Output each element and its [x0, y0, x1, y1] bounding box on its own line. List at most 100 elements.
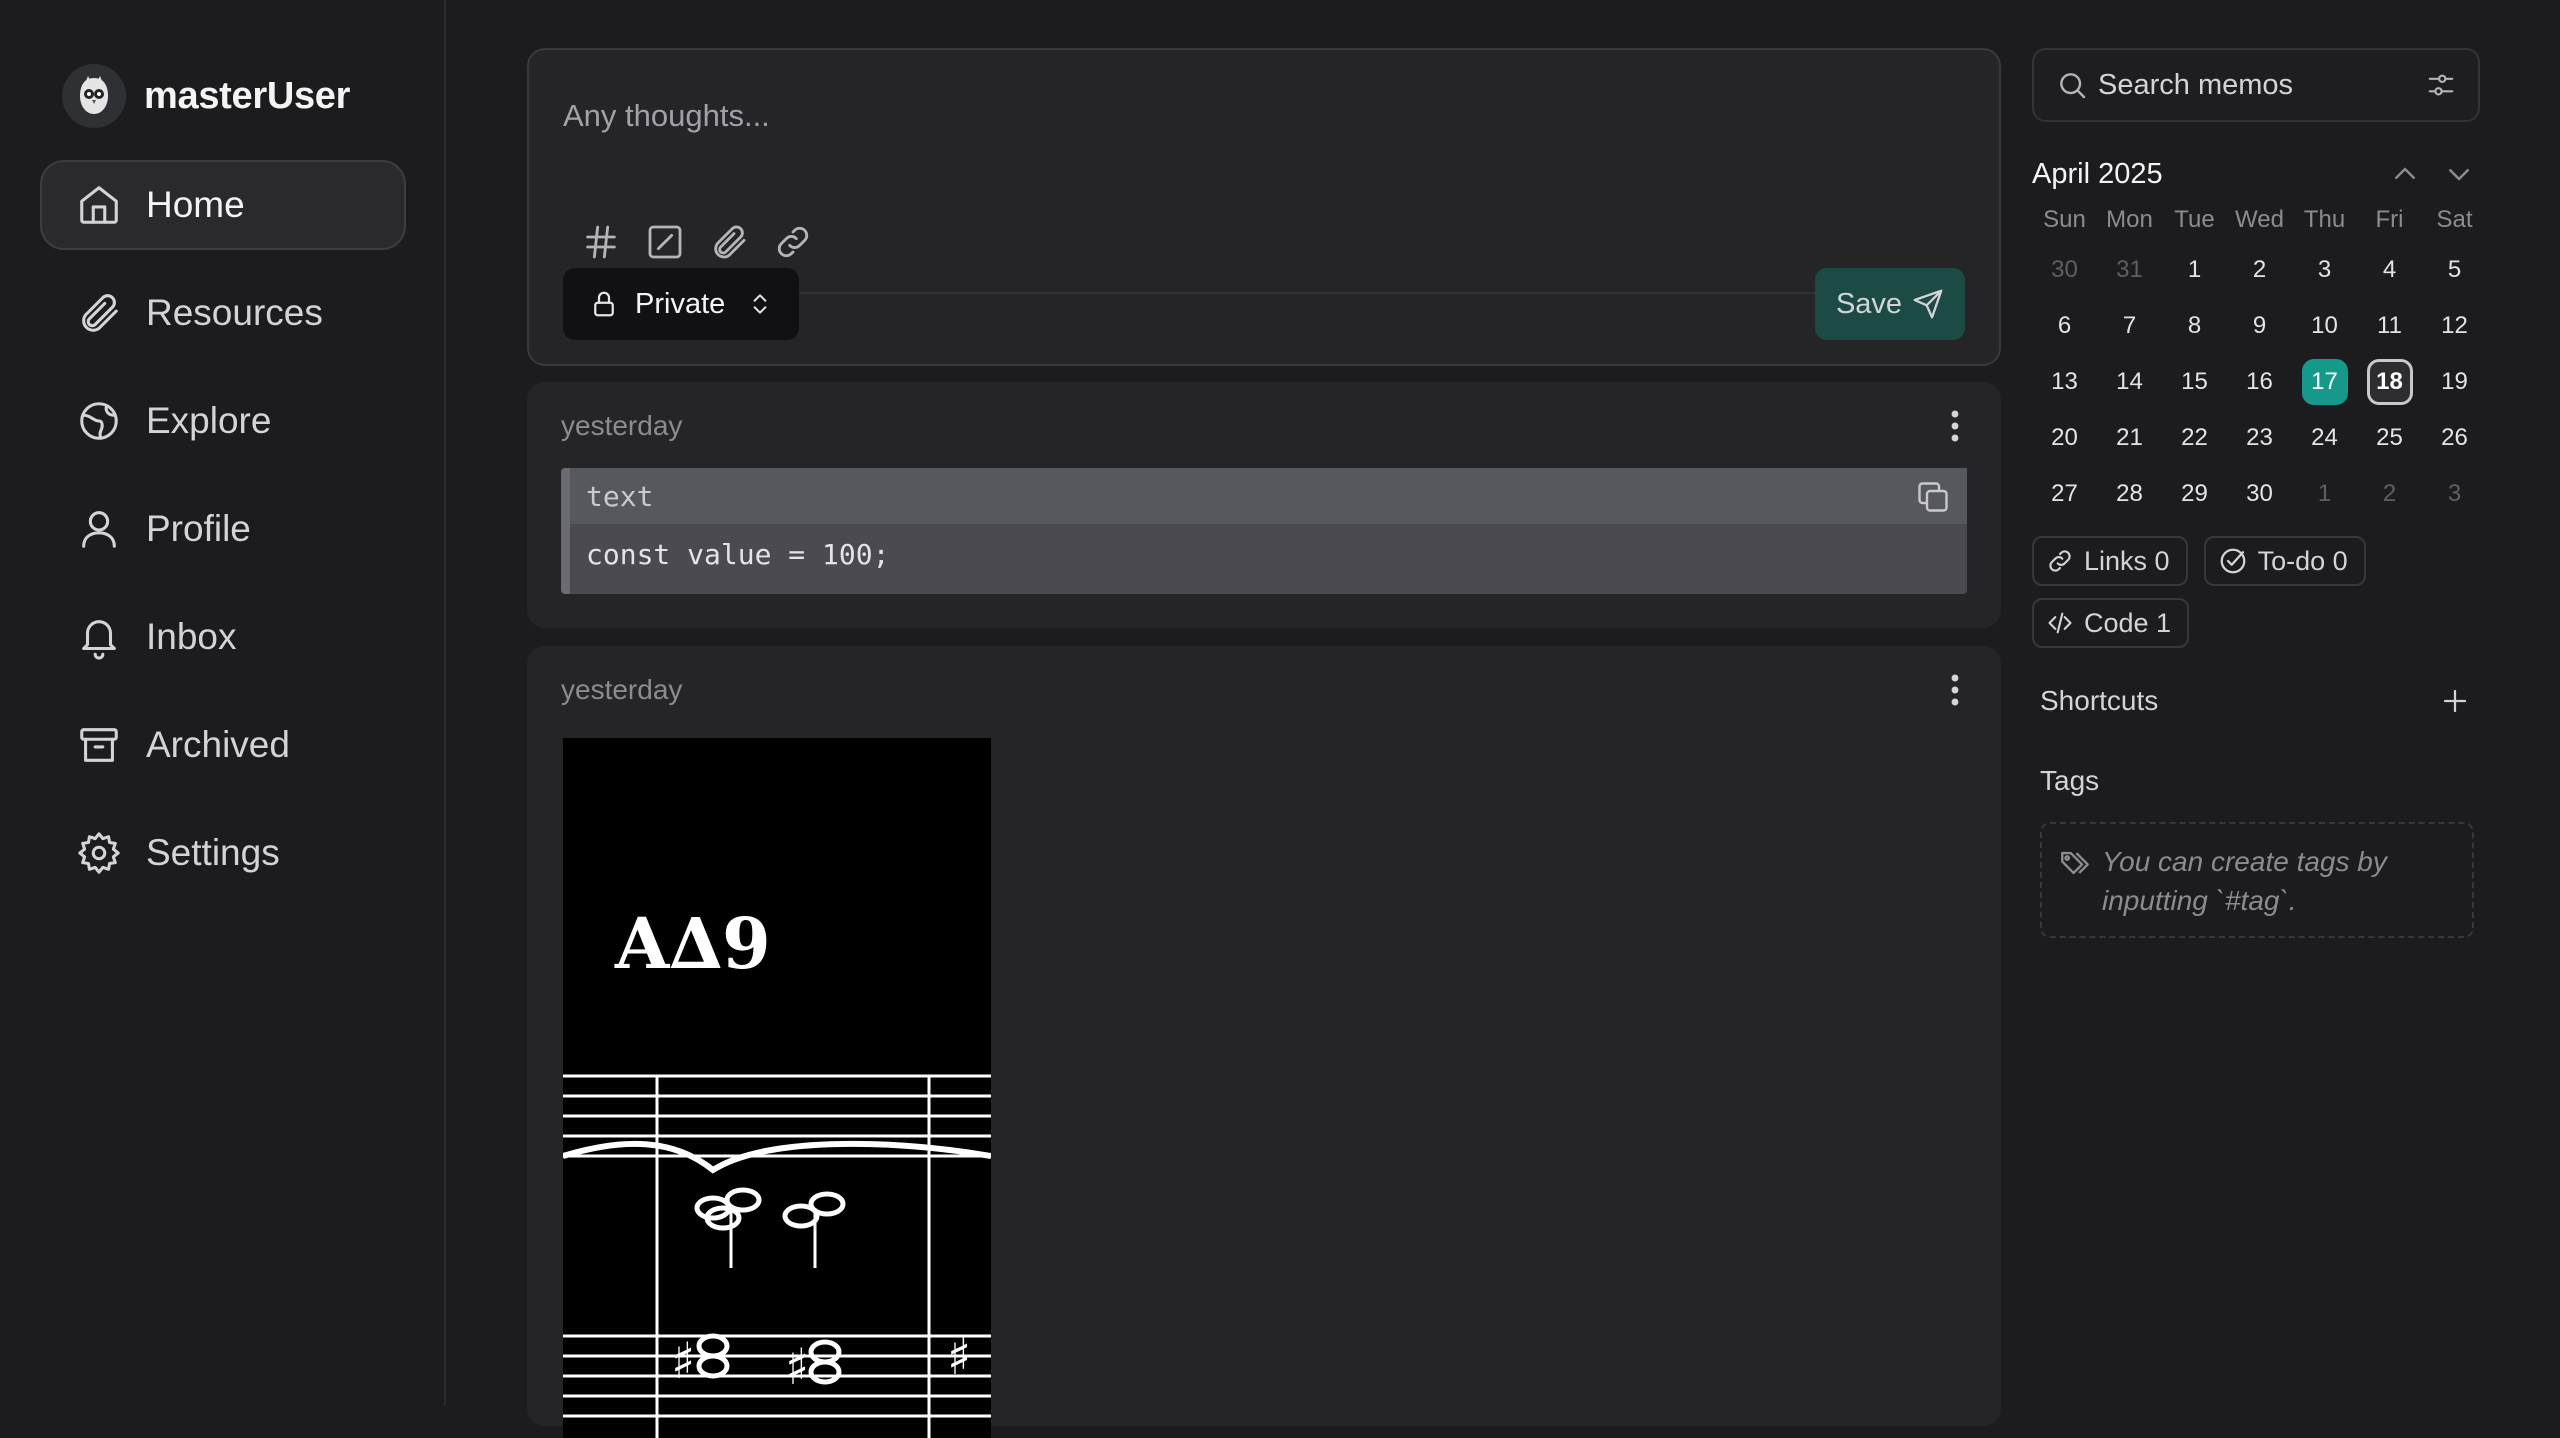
calendar-day[interactable]: 17	[2292, 354, 2357, 410]
sidebar-item-resources[interactable]: Resources	[40, 268, 406, 358]
calendar-day[interactable]: 31	[2097, 242, 2162, 298]
calendar-day-number: 12	[2441, 312, 2468, 339]
calendar-day[interactable]: 25	[2357, 410, 2422, 466]
sidebar-item-label: Settings	[146, 832, 280, 873]
memo-input[interactable]: Any thoughts...	[563, 98, 770, 134]
calendar-day[interactable]: 4	[2357, 242, 2422, 298]
calendar-day-number: 11	[2377, 312, 2402, 339]
calendar-day-number: 5	[2447, 256, 2462, 283]
sidebar-item-settings[interactable]: Settings	[40, 808, 406, 898]
calendar-day[interactable]: 21	[2097, 410, 2162, 466]
todo-stat-label: To-do 0	[2257, 545, 2348, 576]
calendar-day[interactable]: 2	[2227, 242, 2292, 298]
calendar-day[interactable]: 15	[2162, 354, 2227, 410]
user-menu[interactable]: masterUser	[62, 62, 350, 130]
sidebar-item-archived[interactable]: Archived	[40, 700, 406, 790]
calendar-day[interactable]: 1	[2162, 242, 2227, 298]
calendar-day-number: 17	[2301, 359, 2348, 405]
chevron-up-icon[interactable]	[2390, 159, 2420, 189]
code-content: const value = 100;	[586, 538, 890, 571]
memo-timestamp: yesterday	[561, 410, 683, 441]
add-shortcut-icon[interactable]	[2440, 686, 2470, 716]
sidebar-item-label: Home	[146, 184, 245, 225]
sidebar-item-profile[interactable]: Profile	[40, 484, 406, 574]
calendar-day[interactable]: 8	[2162, 298, 2227, 354]
weekday-label: Tue	[2174, 206, 2215, 233]
code-block: text const value = 100;	[561, 468, 1967, 594]
calendar-header: April 2025	[2032, 152, 2480, 196]
calendar-day[interactable]: 1	[2292, 466, 2357, 522]
todo-stat[interactable]: To-do 0	[2203, 536, 2366, 586]
calendar-day[interactable]: 22	[2162, 410, 2227, 466]
calendar-day-number: 1	[2187, 256, 2202, 283]
weekday-label: Sun	[2043, 206, 2086, 233]
tags-empty-state: You can create tags by inputting `#tag`.	[2040, 822, 2474, 938]
calendar-day[interactable]: 19	[2422, 354, 2487, 410]
calendar-day-number: 10	[2311, 312, 2338, 339]
memo-editor: Any thoughts... Private Save	[527, 48, 2001, 366]
calendar-day[interactable]: 6	[2032, 298, 2097, 354]
calendar-day[interactable]: 16	[2227, 354, 2292, 410]
weekday-label: Wed	[2235, 206, 2284, 233]
links-stat[interactable]: Links 0	[2032, 536, 2188, 586]
checkbox-icon[interactable]	[645, 222, 685, 262]
calendar-day[interactable]: 3	[2292, 242, 2357, 298]
hashtag-icon[interactable]	[581, 222, 621, 262]
calendar-day[interactable]: 14	[2097, 354, 2162, 410]
save-button[interactable]: Save	[1815, 268, 1965, 340]
calendar-day[interactable]: 9	[2227, 298, 2292, 354]
copy-icon[interactable]	[1915, 479, 1951, 515]
calendar-day-number: 7	[2122, 312, 2137, 339]
calendar-day[interactable]: 29	[2162, 466, 2227, 522]
tags-empty-line: You can create tags by	[2102, 846, 2387, 877]
sidebar-item-explore[interactable]: Explore	[40, 376, 406, 466]
paperclip-icon[interactable]	[709, 222, 749, 262]
sidebar-item-inbox[interactable]: Inbox	[40, 592, 406, 682]
calendar-day-number: 30	[2246, 480, 2273, 507]
link-icon[interactable]	[773, 222, 813, 262]
calendar-day-number: 9	[2252, 312, 2267, 339]
calendar-day-number: 14	[2116, 368, 2143, 395]
calendar-day-number: 23	[2246, 424, 2273, 451]
search-placeholder: Search memos	[2098, 68, 2294, 101]
calendar-day[interactable]: 30	[2032, 242, 2097, 298]
calendar-day[interactable]: 28	[2097, 466, 2162, 522]
calendar-day[interactable]: 27	[2032, 466, 2097, 522]
sidebar-item-label: Inbox	[146, 616, 237, 657]
calendar-day-number: 1	[2317, 480, 2332, 507]
calendar-day[interactable]: 11	[2357, 298, 2422, 354]
calendar-day[interactable]: 24	[2292, 410, 2357, 466]
filter-settings-icon[interactable]	[2426, 70, 2456, 100]
calendar-day-number: 16	[2246, 368, 2273, 395]
chevron-down-icon[interactable]	[2444, 159, 2474, 189]
code-stat[interactable]: Code 1	[2032, 598, 2190, 648]
calendar-day[interactable]: 20	[2032, 410, 2097, 466]
sidebar-item-home[interactable]: Home	[40, 160, 406, 250]
memo-card: yesterday text const value = 100;	[527, 382, 2001, 628]
calendar-day-number: 20	[2051, 424, 2078, 451]
calendar-grid: Sun Mon Tue Wed Thu Fri Sat 30 31 1 2 3 4 5 6 7 8 9 10 11 12…	[2032, 198, 2480, 522]
more-vertical-icon[interactable]	[1945, 408, 1965, 444]
sheet-music-image: A∆9 ♯ ♯ ♯	[563, 902, 991, 1438]
calendar-day[interactable]: 10	[2292, 298, 2357, 354]
calendar-day[interactable]: 7	[2097, 298, 2162, 354]
calendar-day[interactable]: 30	[2227, 466, 2292, 522]
calendar-day[interactable]: 5	[2422, 242, 2487, 298]
home-icon	[80, 186, 118, 224]
memo-stats: Links 0 To-do 0 Code 1	[2032, 536, 2472, 648]
calendar-day-number: 15	[2181, 368, 2208, 395]
calendar-day[interactable]: 3	[2422, 466, 2487, 522]
visibility-selector[interactable]: Private	[563, 268, 799, 340]
calendar-day[interactable]: 18	[2357, 354, 2422, 410]
more-vertical-icon[interactable]	[1945, 672, 1965, 708]
calendar-day[interactable]: 12	[2422, 298, 2487, 354]
calendar-day[interactable]: 23	[2227, 410, 2292, 466]
sidebar-item-label: Explore	[146, 400, 272, 441]
calendar-day[interactable]: 13	[2032, 354, 2097, 410]
memo-image-sheet-music[interactable]: A∆9 ♯ ♯ ♯	[563, 738, 991, 1438]
sidebar-nav: Home Resources Explore Profile Inbox Arc…	[40, 160, 406, 916]
calendar-day[interactable]: 2	[2357, 466, 2422, 522]
links-stat-label: Links 0	[2084, 545, 2170, 576]
search-input[interactable]: Search memos	[2032, 48, 2480, 122]
calendar-day[interactable]: 26	[2422, 410, 2487, 466]
